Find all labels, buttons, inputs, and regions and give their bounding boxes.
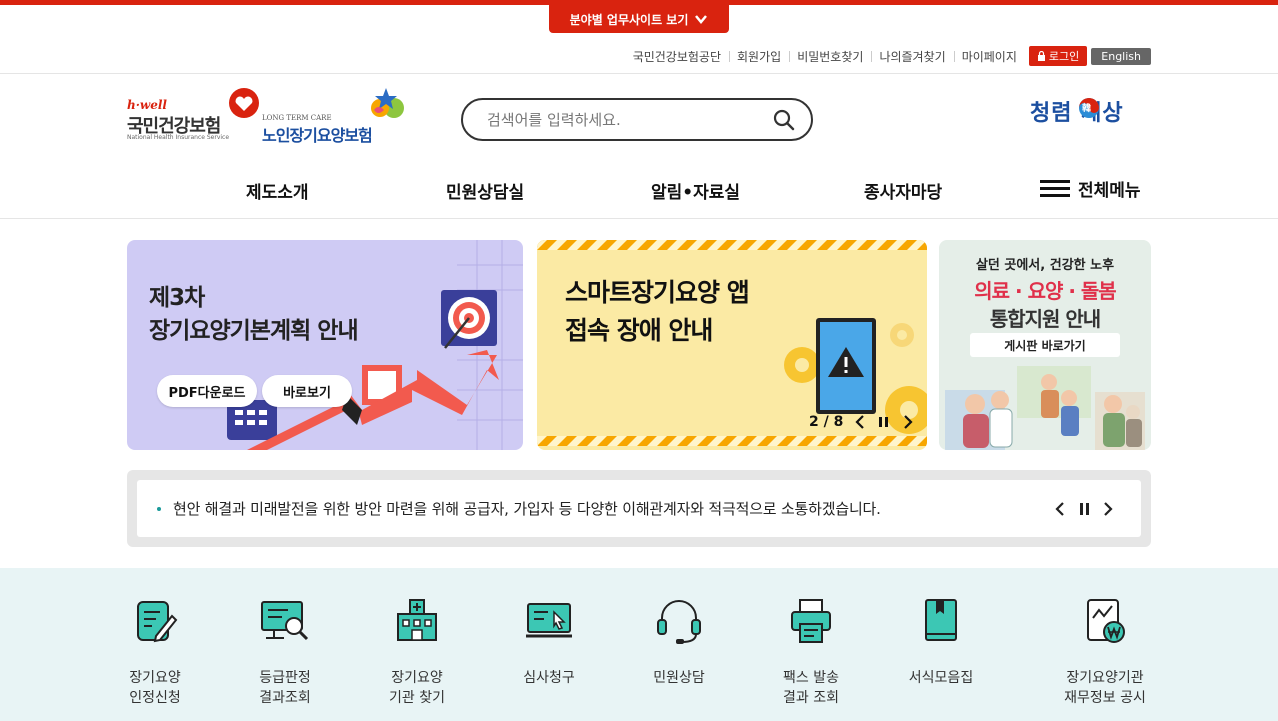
quick-financial-disclosure[interactable]: 장기요양기관 재무정보 공시 bbox=[1040, 596, 1170, 708]
banner-next-icon[interactable] bbox=[900, 412, 916, 432]
quick-grade-result[interactable]: 등급판정 결과조회 bbox=[220, 596, 350, 708]
hamburger-icon bbox=[1040, 179, 1070, 198]
financial-report-icon bbox=[1087, 599, 1125, 643]
banner-3-line3: 통합지원 안내 bbox=[989, 307, 1101, 331]
quick-review-claim[interactable]: 심사청구 bbox=[484, 596, 614, 688]
care-illustration bbox=[945, 366, 1145, 450]
gear-icon-small bbox=[890, 323, 914, 347]
banner-pagination: 2 / 8 bbox=[809, 414, 844, 430]
target-icon bbox=[441, 290, 497, 349]
banner-prev-icon[interactable] bbox=[852, 412, 868, 432]
english-button[interactable]: English bbox=[1091, 47, 1151, 65]
view-now-button[interactable]: 바로보기 bbox=[262, 375, 352, 407]
lock-icon bbox=[1037, 51, 1045, 61]
banner-1-title-line1: 제3차 bbox=[149, 285, 205, 311]
header-divider bbox=[0, 73, 1278, 74]
gnb-civil-consult[interactable]: 민원상담실 bbox=[446, 178, 524, 203]
gnb-divider bbox=[0, 218, 1278, 219]
board-shortcut-button[interactable]: 게시판 바로가기 bbox=[970, 333, 1120, 357]
ltc-symbol-icon bbox=[371, 88, 404, 118]
ltc-sub: LONG TERM CARE bbox=[262, 114, 332, 122]
field-sites-dropdown[interactable]: 분야별 업무사이트 보기 bbox=[549, 5, 729, 33]
search-icon[interactable] bbox=[773, 109, 795, 131]
pdf-download-button[interactable]: PDF다운로드 bbox=[157, 375, 257, 407]
application-form-icon bbox=[137, 601, 178, 643]
util-link-mypage[interactable]: 마이페이지 bbox=[953, 48, 1025, 65]
gnb-worker-yard[interactable]: 종사자마당 bbox=[864, 178, 942, 203]
notice-prev-icon[interactable] bbox=[1052, 500, 1068, 518]
quick-label: 장기요양 기관 찾기 bbox=[389, 670, 445, 706]
banner-2-title-line2: 접속 장애 안내 bbox=[565, 316, 713, 345]
field-sites-label: 분야별 업무사이트 보기 bbox=[569, 12, 689, 27]
gnb-system-intro[interactable]: 제도소개 bbox=[246, 178, 309, 203]
login-label: 로그인 bbox=[1048, 50, 1080, 63]
chevron-down-icon bbox=[695, 15, 708, 24]
nhis-slogan: h·well bbox=[127, 98, 167, 112]
notice-inner: 현안 해결과 미래발전을 위한 방안 마련을 위해 공급자, 가입자 등 다양한… bbox=[137, 480, 1141, 537]
banner-pause-icon[interactable] bbox=[876, 412, 892, 432]
quick-civil-consult[interactable]: 민원상담 bbox=[614, 596, 744, 688]
login-button[interactable]: 로그인 bbox=[1028, 46, 1088, 66]
notice-text[interactable]: 현안 해결과 미래발전을 위한 방안 마련을 위해 공급자, 가입자 등 다양한… bbox=[173, 498, 881, 519]
hazard-stripe-bottom bbox=[537, 436, 927, 446]
util-link-favorites[interactable]: 나의즐겨찾기 bbox=[871, 48, 953, 65]
heart-logo-icon bbox=[229, 88, 259, 118]
form-book-icon bbox=[925, 599, 957, 641]
banner-1-title: 제3차 장기요양기본계획 안내 bbox=[149, 282, 359, 348]
quick-label: 서식모음집 bbox=[908, 670, 974, 686]
quick-find-facility[interactable]: 장기요양 기관 찾기 bbox=[352, 596, 482, 708]
banner-smart-app-notice[interactable]: 스마트장기요양 앱 접속 장애 안내 2 / 8 bbox=[537, 240, 927, 450]
banner-3-line2: 의료 · 요양 · 돌봄 bbox=[974, 279, 1116, 303]
notice-rolling-panel: 현안 해결과 미래발전을 위한 방안 마련을 위해 공급자, 가입자 등 다양한… bbox=[127, 470, 1151, 547]
hospital-icon bbox=[397, 599, 437, 641]
nhis-logo[interactable]: h·well 국민건강보험 National Health Insurance … bbox=[127, 88, 267, 144]
clean-logo-text: 청렴 세상 bbox=[1030, 101, 1124, 126]
clean-logo-badge: 韓 bbox=[1082, 104, 1092, 114]
quick-label: 팩스 발송 결과 조회 bbox=[783, 670, 839, 706]
search-input[interactable] bbox=[487, 110, 773, 129]
ltc-name: 노인장기요양보험 bbox=[262, 126, 373, 145]
nhis-sub: National Health Insurance Service bbox=[127, 134, 230, 141]
headset-icon bbox=[657, 600, 701, 644]
all-menu-button[interactable]: 전체메뉴 bbox=[1040, 176, 1141, 201]
search-bar bbox=[461, 98, 813, 141]
quick-label: 장기요양기관 재무정보 공시 bbox=[1064, 670, 1146, 706]
monitor-click-icon bbox=[526, 603, 572, 638]
grade-search-icon bbox=[261, 601, 309, 641]
fax-icon bbox=[791, 599, 831, 643]
banner-integrated-support[interactable]: 살던 곳에서, 건강한 노후 의료 · 요양 · 돌봄 통합지원 안내 게시판 … bbox=[939, 240, 1151, 450]
quick-form-collection[interactable]: 서식모음집 bbox=[876, 596, 1006, 688]
quick-fax-result[interactable]: 팩스 발송 결과 조회 bbox=[746, 596, 876, 708]
hazard-stripe-top bbox=[537, 240, 927, 250]
util-link-nhis[interactable]: 국민건강보험공단 bbox=[625, 48, 729, 65]
all-menu-label: 전체메뉴 bbox=[1078, 181, 1141, 201]
banner-2-title: 스마트장기요양 앱 접속 장애 안내 bbox=[565, 274, 750, 350]
banner-2-title-line1: 스마트장기요양 앱 bbox=[565, 278, 750, 307]
quick-label: 등급판정 결과조회 bbox=[259, 670, 311, 706]
quick-label: 민원상담 bbox=[653, 670, 705, 686]
notice-next-icon[interactable] bbox=[1100, 500, 1116, 518]
quick-menu: 장기요양 인정신청 등급판정 결과조회 장기요양 기관 찾기 심사청구 민원상담… bbox=[0, 568, 1278, 721]
quick-label: 심사청구 bbox=[523, 670, 575, 686]
banner-3-line1: 살던 곳에서, 건강한 노후 bbox=[975, 258, 1115, 273]
notice-bullet bbox=[157, 507, 161, 511]
quick-ltc-application[interactable]: 장기요양 인정신청 bbox=[90, 596, 220, 708]
quick-label: 장기요양 인정신청 bbox=[129, 670, 181, 706]
utility-nav: 국민건강보험공단 회원가입 비밀번호찾기 나의즐겨찾기 마이페이지 로그인 En… bbox=[625, 46, 1151, 66]
banner-1-title-line2: 장기요양기본계획 안내 bbox=[149, 318, 359, 344]
phone-warning-icon bbox=[816, 318, 876, 414]
gnb-notice-resources[interactable]: 알림•자료실 bbox=[651, 178, 740, 203]
main-navigation: 제도소개 민원상담실 알림•자료실 종사자마당 전체메뉴 bbox=[0, 160, 1278, 218]
util-link-signup[interactable]: 회원가입 bbox=[729, 48, 789, 65]
clean-world-logo[interactable]: 청렴 세상 韓 bbox=[1030, 93, 1152, 127]
util-link-find-password[interactable]: 비밀번호찾기 bbox=[789, 48, 871, 65]
notice-pause-icon[interactable] bbox=[1077, 500, 1093, 518]
banner-ltc-plan[interactable]: 제3차 장기요양기본계획 안내 PDF다운로드 바로보기 bbox=[127, 240, 523, 450]
ltc-logo[interactable]: LONG TERM CARE 노인장기요양보험 bbox=[262, 86, 412, 146]
